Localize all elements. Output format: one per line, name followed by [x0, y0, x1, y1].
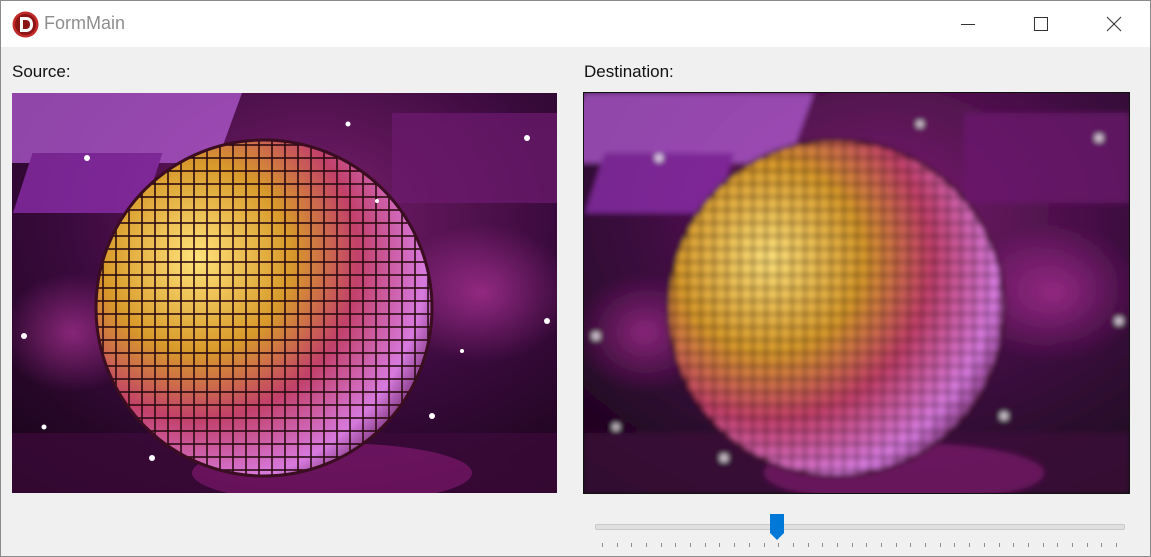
slider-tick — [660, 543, 662, 547]
slider-tick — [763, 543, 765, 547]
destination-label: Destination: — [584, 62, 674, 81]
maximize-button[interactable] — [1004, 1, 1077, 47]
slider-tick — [792, 543, 794, 547]
delphi-d-icon[interactable] — [12, 11, 39, 38]
slider-tick — [910, 543, 912, 547]
disco-ball-image — [12, 93, 557, 493]
slider-tick — [631, 543, 633, 547]
slider-tick — [734, 543, 736, 547]
slider-thumb[interactable] — [769, 513, 785, 541]
main-window: FormMain Source: Destination: — [0, 0, 1151, 557]
slider-tick — [1057, 543, 1059, 547]
slider-tick — [851, 543, 853, 547]
title-bar[interactable]: FormMain — [1, 1, 1150, 47]
maximize-icon — [1033, 17, 1048, 31]
slider-tick — [807, 543, 809, 547]
blurred-disco-ball-image — [584, 93, 1129, 493]
slider-tick — [1027, 543, 1029, 547]
slider-tick — [969, 543, 971, 547]
slider-tick — [836, 543, 838, 547]
slider-tick — [719, 543, 721, 547]
slider-tick — [646, 543, 648, 547]
slider-track[interactable] — [595, 524, 1125, 530]
slider-tick — [822, 543, 824, 547]
slider-tick — [881, 543, 883, 547]
slider-tick — [925, 543, 927, 547]
slider-tick — [690, 543, 692, 547]
slider-ticks — [593, 543, 1125, 549]
window-title: FormMain — [44, 13, 126, 33]
slider-tick — [1042, 543, 1044, 547]
slider-tick — [866, 543, 868, 547]
slider-tick — [748, 543, 750, 547]
minimize-icon — [960, 24, 975, 25]
blur-radius-slider[interactable] — [593, 509, 1125, 551]
slider-tick — [1071, 543, 1073, 547]
slider-tick — [939, 543, 941, 547]
slider-tick — [1116, 543, 1117, 547]
slider-tick — [895, 543, 897, 547]
slider-tick — [602, 543, 603, 547]
slider-tick — [704, 543, 706, 547]
close-button[interactable] — [1077, 1, 1150, 47]
slider-tick — [983, 543, 985, 547]
slider-tick — [675, 543, 677, 547]
source-label: Source: — [12, 62, 71, 81]
slider-tick — [616, 543, 618, 547]
destination-image — [583, 92, 1130, 494]
slider-tick — [1013, 543, 1015, 547]
close-icon — [1106, 16, 1121, 32]
slider-tick — [1086, 543, 1088, 547]
slider-tick — [1101, 543, 1103, 547]
slider-tick — [998, 543, 1000, 547]
slider-tick — [778, 543, 780, 547]
slider-tick — [954, 543, 956, 547]
minimize-button[interactable] — [931, 1, 1004, 47]
source-image — [12, 93, 557, 493]
